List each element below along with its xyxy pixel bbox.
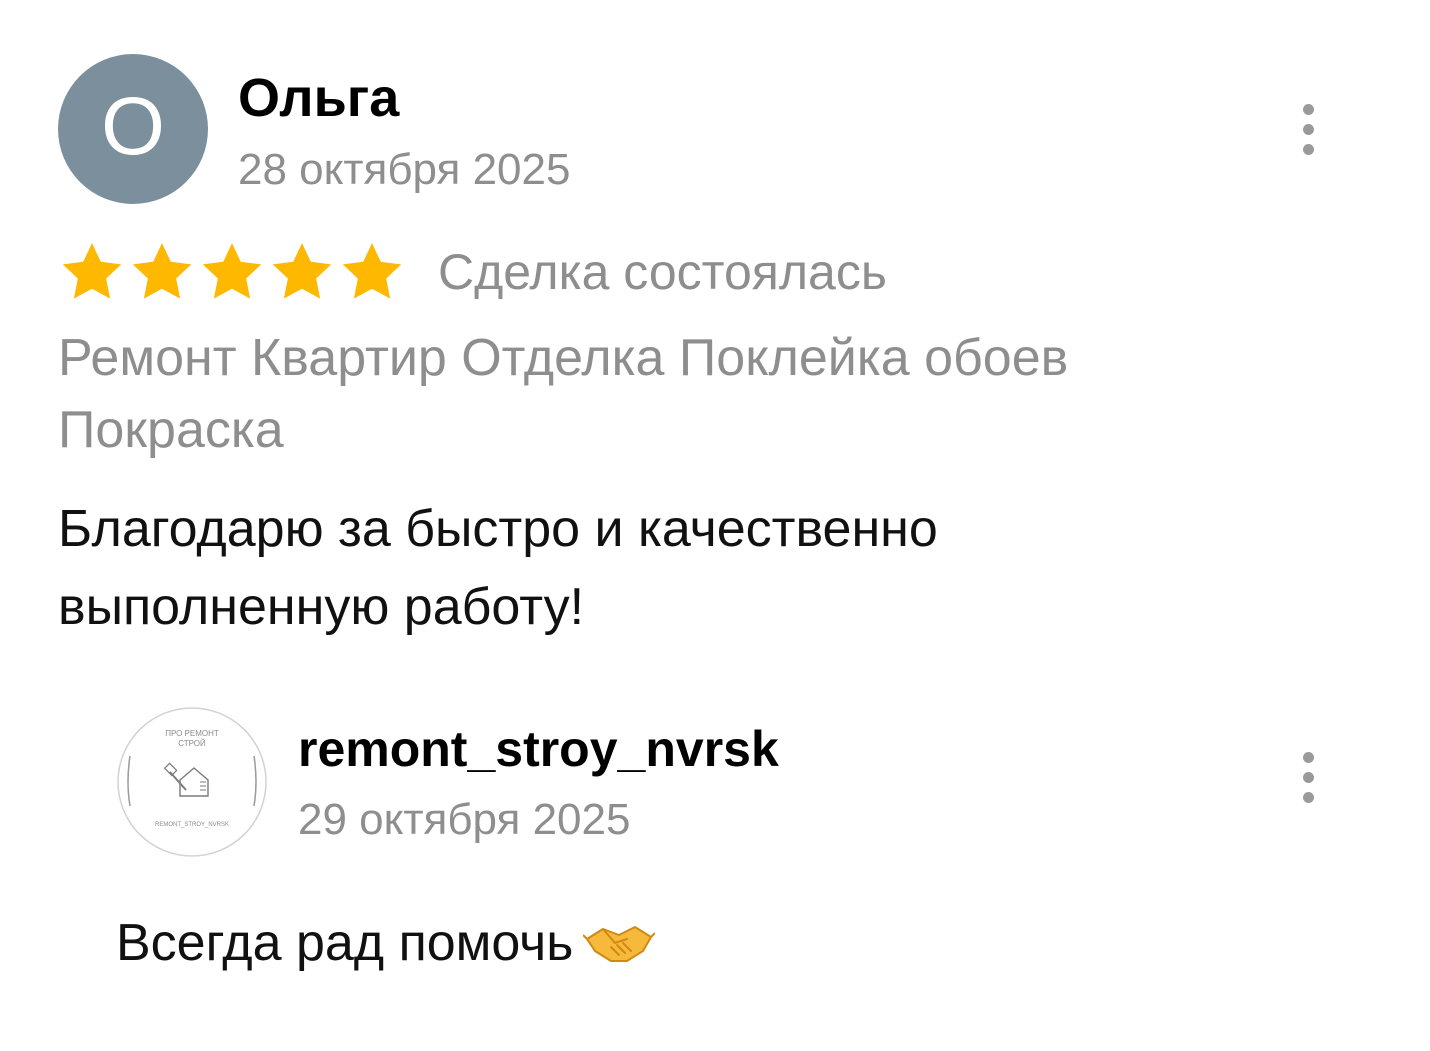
menu-dot <box>1302 123 1314 135</box>
menu-dot <box>1302 103 1314 115</box>
star-icon <box>132 243 192 299</box>
avatar-letter: О <box>101 81 165 172</box>
star-rating <box>58 238 406 306</box>
menu-dot <box>1302 771 1314 783</box>
handshake-icon <box>583 926 656 962</box>
menu-dot <box>1302 791 1314 803</box>
star-icon <box>342 243 402 299</box>
star-icon <box>62 243 122 299</box>
menu-dot <box>1302 143 1314 155</box>
reply-text: Всегда рад помочь <box>116 914 574 972</box>
reply-date: 29 октября 2025 <box>298 795 631 844</box>
company-logo-avatar[interactable]: ПРО РЕМОНТ СТРОЙ REMONT_STROY_NVRSK <box>116 706 268 858</box>
star-icon <box>202 243 262 299</box>
review-date: 28 октября 2025 <box>238 145 571 194</box>
review-text: Благодарю за быстро и качественно выполн… <box>58 500 938 636</box>
svg-text:ПРО РЕМОНТ: ПРО РЕМОНТ <box>165 729 219 738</box>
menu-dot <box>1302 751 1314 763</box>
svg-text:REMONT_STROY_NVRSK: REMONT_STROY_NVRSK <box>155 822 229 828</box>
author-avatar[interactable]: О <box>58 54 208 204</box>
author-name[interactable]: Ольга <box>238 66 399 130</box>
svg-text:СТРОЙ: СТРОЙ <box>178 739 206 748</box>
star-icon <box>272 243 332 299</box>
company-logo-icon: ПРО РЕМОНТ СТРОЙ REMONT_STROY_NVRSK <box>117 707 267 857</box>
more-vertical-icon[interactable] <box>1288 94 1328 164</box>
service-tags: Ремонт Квартир Отделка Поклейка обоев По… <box>58 329 1069 459</box>
review-card: О Ольга 28 октября 2025 Сделка состоялас… <box>0 0 1430 1051</box>
reply-text-row: Всегда рад помочь <box>116 910 656 976</box>
reply-author-name[interactable]: remont_stroy_nvrsk <box>298 718 779 780</box>
rating-row: Сделка состоялась <box>58 240 887 304</box>
deal-status: Сделка состоялась <box>438 244 887 300</box>
more-vertical-icon[interactable] <box>1288 742 1328 812</box>
